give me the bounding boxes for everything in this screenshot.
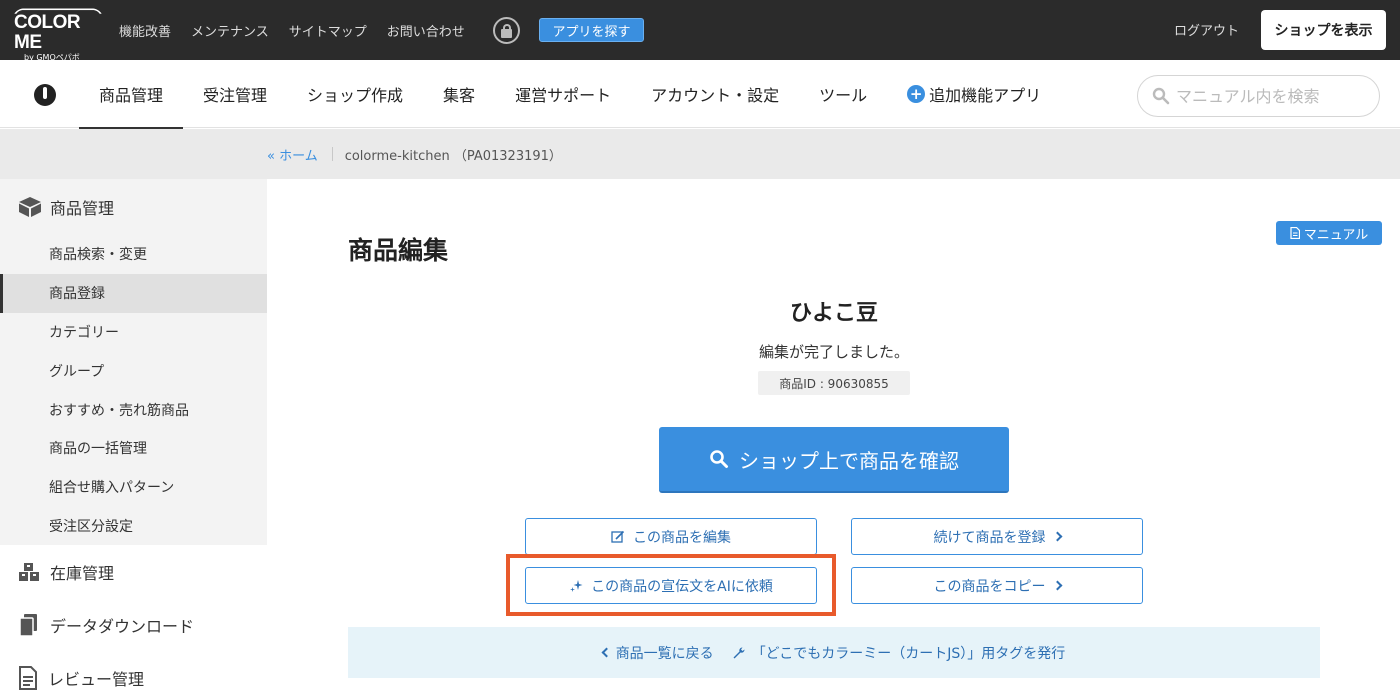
copy-product-button[interactable]: この商品をコピー xyxy=(851,567,1143,604)
search-icon xyxy=(710,450,728,468)
nav-item-products[interactable]: 商品管理 xyxy=(79,60,184,129)
sidebar-section-products[interactable]: 商品管理 xyxy=(0,179,267,235)
manual-label: マニュアル xyxy=(1303,227,1369,243)
breadcrumb: « ホーム colorme-kitchen （PA01323191） xyxy=(267,129,562,179)
breadcrumb-shop: colorme-kitchen （PA01323191） xyxy=(344,148,562,164)
sidebar-item-product-search[interactable]: 商品検索・変更 xyxy=(0,235,267,274)
warehouse-icon xyxy=(19,562,39,581)
main-nav: 商品管理 受注管理 ショップ作成 集客 運営サポート アカウント・設定 ツール … xyxy=(0,60,1400,129)
completion-message: 編集が完了しました。 xyxy=(758,343,909,361)
find-app-button[interactable]: アプリを探す xyxy=(539,18,644,42)
view-in-shop-label: ショップ上で商品を確認 xyxy=(739,448,959,473)
document-lines-icon xyxy=(19,665,37,690)
edit-product-button[interactable]: この商品を編集 xyxy=(525,518,817,555)
nav-item-add-app[interactable]: + 追加機能アプリ xyxy=(887,60,1061,128)
sidebar-item-recommended[interactable]: おすすめ・売れ筋商品 xyxy=(0,390,267,429)
nav-item-orders[interactable]: 受注管理 xyxy=(183,60,287,128)
top-bar: COLOR ME by GMOペパボ 機能改善 メンテナンス サイトマップ お問… xyxy=(0,0,1400,62)
top-link-improvements[interactable]: 機能改善 xyxy=(119,21,171,40)
add-app-label: 追加機能アプリ xyxy=(929,86,1042,105)
sidebar-item-category[interactable]: カテゴリー xyxy=(0,313,267,352)
nav-item-support[interactable]: 運営サポート xyxy=(495,60,631,128)
nav-item-marketing[interactable]: 集客 xyxy=(423,60,495,128)
top-link-sitemap[interactable]: サイトマップ xyxy=(289,21,367,40)
plus-circle-icon: + xyxy=(907,85,926,103)
breadcrumb-home[interactable]: « ホーム xyxy=(267,145,318,164)
search-input[interactable] xyxy=(1176,86,1366,106)
breadcrumb-divider xyxy=(331,147,333,161)
bottom-links-bar: 商品一覧に戻る 「どこでもカラーミー（カートJS）」用タグを発行 xyxy=(348,627,1320,678)
nav-item-shop-design[interactable]: ショップ作成 xyxy=(287,60,423,128)
sidebar-item-combo-pattern[interactable]: 組合せ購入パターン xyxy=(0,468,267,507)
nav-item-tools[interactable]: ツール xyxy=(799,60,887,128)
sidebar-section-inventory-label: 在庫管理 xyxy=(50,563,115,583)
chevron-left-icon xyxy=(601,647,612,658)
top-links: 機能改善 メンテナンス サイトマップ お問い合わせ xyxy=(119,0,485,60)
copy-product-label: この商品をコピー xyxy=(933,578,1046,595)
product-name: ひよこ豆 xyxy=(789,301,878,326)
top-link-maintenance[interactable]: メンテナンス xyxy=(191,21,269,40)
product-id-badge: 商品ID : 90630855 xyxy=(758,371,910,395)
chevron-right-icon xyxy=(1052,531,1062,542)
nav-item-account-settings[interactable]: アカウント・設定 xyxy=(631,60,799,128)
register-another-button[interactable]: 続けて商品を登録 xyxy=(851,518,1143,555)
manual-button[interactable]: マニュアル xyxy=(1276,221,1382,245)
sidebar-item-group[interactable]: グループ xyxy=(0,351,267,390)
sidebar-section-label: 商品管理 xyxy=(50,199,115,218)
sidebar-item-order-category[interactable]: 受注区分設定 xyxy=(0,507,267,546)
chevron-right-icon xyxy=(1052,580,1062,591)
manual-search[interactable] xyxy=(1137,75,1380,117)
view-in-shop-button[interactable]: ショップ上で商品を確認 xyxy=(659,427,1009,493)
breadcrumb-bar: « ホーム colorme-kitchen （PA01323191） xyxy=(0,129,1400,179)
top-link-contact[interactable]: お問い合わせ xyxy=(387,21,465,40)
edit-product-label: この商品を編集 xyxy=(633,529,731,546)
logout-link[interactable]: ログアウト xyxy=(1174,20,1239,39)
documents-icon xyxy=(19,613,37,637)
box-icon xyxy=(19,197,41,217)
show-shop-button[interactable]: ショップを表示 xyxy=(1261,10,1386,50)
lock-icon[interactable] xyxy=(493,17,520,44)
cart-js-tag-link[interactable]: 「どこでもカラーミー（カートJS）」用タグを発行 xyxy=(732,643,1066,663)
highlight-box xyxy=(506,554,836,616)
logo-roof xyxy=(14,8,102,14)
sidebar-section-reviews[interactable]: レビュー管理 xyxy=(0,651,267,700)
brand-icon[interactable] xyxy=(34,84,56,106)
sidebar: 商品管理 商品検索・変更 商品登録 カテゴリー グループ おすすめ・売れ筋商品 … xyxy=(0,179,267,700)
sidebar-section-data-download-label: データダウンロード xyxy=(50,616,195,636)
edit-icon xyxy=(611,530,625,543)
main-content: 商品編集 マニュアル ひよこ豆 編集が完了しました。 商品ID : 906308… xyxy=(268,179,1400,700)
sidebar-section-inventory[interactable]: 在庫管理 xyxy=(0,545,267,599)
back-to-list-link[interactable]: 商品一覧に戻る xyxy=(601,643,714,663)
sidebar-item-bulk-manage[interactable]: 商品の一括管理 xyxy=(0,429,267,468)
document-icon xyxy=(1290,227,1300,239)
page-title: 商品編集 xyxy=(348,236,449,265)
back-to-list-label: 商品一覧に戻る xyxy=(615,645,714,662)
colorme-logo[interactable]: COLOR ME by GMOペパボ xyxy=(14,8,102,62)
search-icon xyxy=(1152,87,1170,105)
sidebar-item-product-register[interactable]: 商品登録 xyxy=(0,273,267,313)
register-another-label: 続けて商品を登録 xyxy=(933,529,1046,546)
cart-js-tag-label: 「どこでもカラーミー（カートJS）」用タグを発行 xyxy=(751,645,1066,662)
sidebar-section-reviews-label: レビュー管理 xyxy=(48,669,145,689)
logo-main-text: COLOR ME xyxy=(14,12,81,53)
sidebar-section-data-download[interactable]: データダウンロード xyxy=(0,598,267,652)
wrench-icon xyxy=(733,646,745,658)
